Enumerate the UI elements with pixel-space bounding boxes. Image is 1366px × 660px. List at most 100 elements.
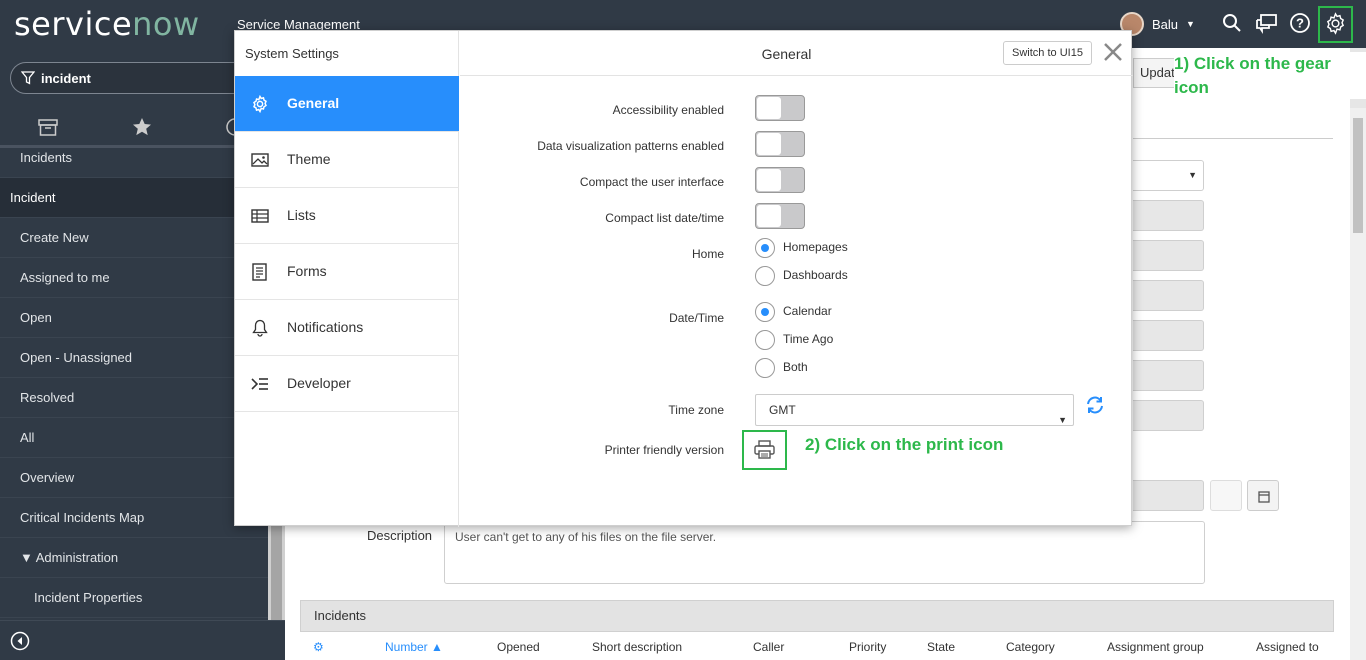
- update-button[interactable]: Update: [1133, 58, 1182, 88]
- datetime-time-ago-label: Time Ago: [783, 332, 834, 346]
- nav-item-incident-properties[interactable]: Incident Properties: [0, 578, 270, 618]
- annotation-step-1: 1) Click on the gear icon: [1174, 52, 1366, 99]
- column-category[interactable]: Category: [1006, 640, 1055, 654]
- close-icon[interactable]: [1101, 40, 1125, 64]
- filter-value: incident: [41, 71, 91, 86]
- related-list-tab[interactable]: Incidents: [300, 600, 1334, 632]
- collapse-nav-icon[interactable]: [10, 631, 30, 651]
- nav-item-assigned-to-me[interactable]: Assigned to me: [0, 258, 270, 298]
- column-short-description[interactable]: Short description: [592, 640, 682, 654]
- home-label: Home: [691, 247, 724, 261]
- user-name: Balu: [1152, 16, 1179, 32]
- refresh-icon[interactable]: [1084, 394, 1106, 416]
- form-icon: [252, 263, 267, 281]
- column-assigned-to[interactable]: Assigned to: [1256, 640, 1319, 654]
- modal-side-title: System Settings: [245, 46, 339, 61]
- list-header: ⚙ Number ▲ Opened Short description Call…: [300, 632, 1334, 660]
- code-icon: [251, 378, 268, 390]
- nav-item-open[interactable]: Open: [0, 298, 270, 338]
- datetime-both-label: Both: [783, 360, 808, 374]
- nav-item-critical-incidents-map[interactable]: Critical Incidents Map: [0, 498, 270, 538]
- gear-icon: [253, 95, 267, 113]
- home-homepages-radio[interactable]: [755, 238, 775, 258]
- column-caller[interactable]: Caller: [753, 640, 784, 654]
- form-field[interactable]: [1133, 480, 1204, 511]
- printer-friendly-label: Printer friendly version: [604, 443, 724, 457]
- accessibility-label: Accessibility enabled: [612, 103, 724, 117]
- data-visualization-toggle[interactable]: [755, 131, 805, 157]
- compact-ui-label: Compact the user interface: [579, 175, 724, 189]
- chevron-down-icon: ▼: [1186, 19, 1195, 29]
- data-visualization-label: Data visualization patterns enabled: [537, 139, 724, 153]
- filter-icon: [21, 71, 35, 85]
- form-field[interactable]: [1133, 200, 1204, 231]
- nav-item-open-unassigned[interactable]: Open - Unassigned: [0, 338, 270, 378]
- form-select[interactable]: ▼: [1133, 160, 1204, 191]
- nav-item-overview[interactable]: Overview: [0, 458, 270, 498]
- search-icon[interactable]: [1221, 12, 1245, 36]
- nav-item-resolved[interactable]: Resolved: [0, 378, 270, 418]
- form-divider: [1133, 138, 1333, 139]
- nav-item-create-new[interactable]: Create New: [0, 218, 270, 258]
- datetime-label: Date/Time: [669, 311, 724, 325]
- gear-icon[interactable]: [1324, 12, 1348, 36]
- nav-item-all[interactable]: All: [0, 418, 270, 458]
- timezone-select[interactable]: GMT ▼: [755, 394, 1074, 426]
- system-settings-modal: System Settings General Theme Lists Form…: [234, 30, 1133, 527]
- datetime-time-ago-radio[interactable]: [755, 330, 775, 350]
- nav-section-incident[interactable]: Incident: [0, 178, 270, 218]
- nav-item-incidents[interactable]: Incidents: [0, 138, 270, 178]
- accessibility-toggle[interactable]: [755, 95, 805, 121]
- compact-ui-toggle[interactable]: [755, 167, 805, 193]
- nav-item-administration[interactable]: ▼ Administration: [0, 538, 270, 578]
- nav-footer: [0, 620, 285, 660]
- form-field[interactable]: [1133, 240, 1204, 271]
- lightbulb-icon[interactable]: [1210, 480, 1242, 511]
- compact-list-toggle[interactable]: [755, 203, 805, 229]
- settings-menu-theme[interactable]: Theme: [235, 132, 459, 188]
- print-highlight: [742, 430, 787, 470]
- print-icon[interactable]: [754, 440, 775, 460]
- datetime-calendar-label: Calendar: [783, 304, 832, 318]
- annotation-step-2: 2) Click on the print icon: [805, 435, 1004, 454]
- form-field[interactable]: [1133, 320, 1204, 351]
- home-dashboards-radio[interactable]: [755, 266, 775, 286]
- column-number[interactable]: Number ▲: [385, 640, 443, 654]
- modal-header: General Switch to UI15: [460, 31, 1133, 76]
- help-icon[interactable]: ?: [1289, 12, 1313, 36]
- datetime-calendar-radio[interactable]: [755, 302, 775, 322]
- svg-text:?: ?: [1296, 16, 1304, 31]
- home-dashboards-label: Dashboards: [783, 268, 848, 282]
- column-state[interactable]: State: [927, 640, 955, 654]
- form-field[interactable]: [1133, 400, 1204, 431]
- calendar-icon[interactable]: [1247, 480, 1279, 511]
- column-opened[interactable]: Opened: [497, 640, 540, 654]
- settings-sidebar: System Settings General Theme Lists Form…: [235, 31, 459, 527]
- content-scrollbar[interactable]: [1350, 108, 1366, 660]
- settings-menu-lists[interactable]: Lists: [235, 188, 459, 244]
- settings-menu-developer[interactable]: Developer: [235, 356, 459, 412]
- list-icon: [251, 209, 269, 223]
- settings-menu-notifications[interactable]: Notifications: [235, 300, 459, 356]
- star-icon[interactable]: [131, 116, 153, 138]
- form-field[interactable]: [1133, 280, 1204, 311]
- bell-icon: [252, 319, 268, 337]
- datetime-both-radio[interactable]: [755, 358, 775, 378]
- column-priority[interactable]: Priority: [849, 640, 886, 654]
- home-homepages-label: Homepages: [783, 240, 848, 254]
- switch-ui15-button[interactable]: Switch to UI15: [1003, 41, 1092, 65]
- image-icon: [251, 153, 269, 167]
- chevron-down-icon: ▼: [1058, 415, 1067, 425]
- column-assignment-group[interactable]: Assignment group: [1107, 640, 1204, 654]
- settings-menu-forms[interactable]: Forms: [235, 244, 459, 300]
- description-label: Description: [367, 528, 433, 543]
- all-apps-icon[interactable]: [37, 116, 59, 138]
- settings-menu-general[interactable]: General: [235, 76, 459, 132]
- chat-icon[interactable]: [1255, 12, 1279, 36]
- timezone-label: Time zone: [668, 403, 724, 417]
- description-field[interactable]: User can't get to any of his files on th…: [444, 521, 1205, 584]
- servicenow-logo[interactable]: servicenow: [14, 2, 200, 46]
- compact-list-label: Compact list date/time: [605, 211, 724, 225]
- list-settings-icon[interactable]: ⚙: [313, 640, 324, 654]
- form-field[interactable]: [1133, 360, 1204, 391]
